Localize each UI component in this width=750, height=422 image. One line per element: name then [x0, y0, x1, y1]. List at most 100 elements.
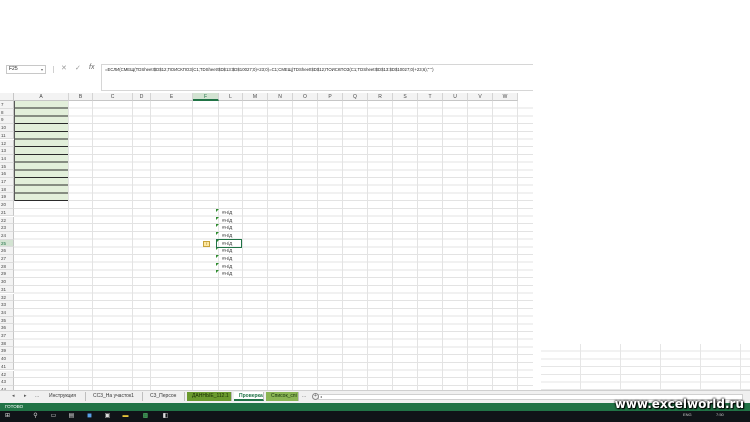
row-header-42[interactable]: 42: [0, 370, 14, 379]
tab-next-icon[interactable]: ▸: [24, 393, 27, 399]
partial-grid-area: [541, 344, 750, 390]
cell-F29[interactable]: #Н/Д: [219, 270, 241, 278]
cell-F26[interactable]: #Н/Д: [219, 247, 241, 255]
column-header-F[interactable]: F: [193, 93, 219, 101]
tab-ellipsis-right[interactable]: ...: [302, 393, 306, 399]
row-header-20[interactable]: 20: [0, 201, 14, 209]
row-header-15[interactable]: 15: [0, 162, 14, 171]
insert-function-button[interactable]: fx: [89, 64, 94, 71]
column-header-Q[interactable]: Q: [343, 93, 368, 101]
row-header-31[interactable]: 31: [0, 285, 14, 294]
select-all-corner[interactable]: [0, 93, 14, 101]
row-header-21[interactable]: 21: [0, 208, 14, 217]
enter-icon[interactable]: ✓: [75, 64, 81, 72]
row-header-35[interactable]: 35: [0, 316, 14, 325]
row-header-26[interactable]: 26: [0, 247, 14, 255]
column-gridline: [267, 101, 268, 390]
column-header-W[interactable]: W: [493, 93, 518, 101]
row-header-28[interactable]: 28: [0, 262, 14, 271]
column-header-C[interactable]: C: [93, 93, 133, 101]
row-header-17[interactable]: 17: [0, 178, 14, 186]
sheet-tab-5[interactable]: Список_спі: [266, 392, 299, 401]
scroll-left-icon[interactable]: ◂: [320, 394, 322, 399]
column-header-N[interactable]: N: [268, 93, 293, 101]
column-gridline: [317, 101, 318, 390]
row-header-16[interactable]: 16: [0, 170, 14, 178]
cell-F23[interactable]: #Н/Д: [219, 224, 241, 232]
row-header-7[interactable]: 7: [0, 101, 14, 109]
row-header-38[interactable]: 38: [0, 339, 14, 348]
column-header-S[interactable]: S: [393, 93, 418, 101]
column-header-T[interactable]: T: [418, 93, 443, 101]
row-header-9[interactable]: 9: [0, 116, 14, 125]
column-header-E[interactable]: E: [151, 93, 193, 101]
column-header-O[interactable]: O: [293, 93, 318, 101]
active-cell-F25[interactable]: [216, 239, 242, 248]
file-explorer-icon[interactable]: ▤: [68, 413, 75, 420]
cancel-icon[interactable]: ✕: [61, 64, 67, 72]
sheet-tab-4[interactable]: Проверка: [234, 392, 264, 401]
add-sheet-icon[interactable]: +: [312, 393, 319, 400]
sheet-tab-1[interactable]: СС3_На участок1: [88, 392, 143, 401]
row-header-36[interactable]: 36: [0, 324, 14, 332]
row-header-37[interactable]: 37: [0, 332, 14, 340]
name-box[interactable]: F25 ▾: [6, 65, 46, 74]
clock-time[interactable]: 7:50: [716, 412, 724, 417]
row-header-34[interactable]: 34: [0, 308, 14, 317]
formula-input[interactable]: =ЕСЛИ(СМЕЩ(TDSheet!$D$12;ПОИСКПОЗ(C1;TDS…: [101, 64, 533, 91]
chevron-down-icon[interactable]: ▾: [41, 66, 43, 73]
row-header-30[interactable]: 30: [0, 278, 14, 286]
cell-F28[interactable]: #Н/Д: [219, 263, 241, 271]
search-icon[interactable]: ⚲: [32, 413, 39, 420]
tab-ellipsis-left[interactable]: ...: [35, 393, 39, 399]
task-view-icon[interactable]: ▭: [50, 413, 57, 420]
sheet-tab-3[interactable]: ДАННЫЕ_112.1: [187, 392, 232, 401]
row-header-19[interactable]: 19: [0, 193, 14, 202]
row-header-23[interactable]: 23: [0, 224, 14, 232]
input-range-A7-A19[interactable]: [14, 101, 69, 201]
app-icon-2[interactable]: ◧: [162, 413, 169, 420]
column-header-B[interactable]: B: [69, 93, 93, 101]
language-indicator[interactable]: ENG: [683, 412, 692, 417]
cell-F27[interactable]: #Н/Д: [219, 255, 241, 263]
windows-start-icon[interactable]: ⊞: [4, 413, 11, 420]
row-header-43[interactable]: 43: [0, 378, 14, 386]
worksheet-grid[interactable]: A B C D E F L M N O P Q R S T U V W 7 8 9 10 11 12 13 14 15 16 17 18 1…: [0, 93, 533, 390]
outlook-icon[interactable]: ◼: [86, 413, 93, 420]
row-header-24[interactable]: 24: [0, 231, 14, 240]
row-header-14[interactable]: 14: [0, 154, 14, 163]
column-header-R[interactable]: R: [368, 93, 393, 101]
excel-icon[interactable]: ▩: [142, 413, 149, 420]
column-header-V[interactable]: V: [468, 93, 493, 101]
column-gridline: [517, 101, 518, 390]
row-header-10[interactable]: 10: [0, 124, 14, 132]
row-header-22[interactable]: 22: [0, 216, 14, 225]
error-warning-icon[interactable]: !: [203, 240, 210, 247]
column-header-M[interactable]: M: [243, 93, 268, 101]
sheet-tab-0[interactable]: Инструкция: [44, 392, 86, 401]
cell-F21[interactable]: #Н/Д: [219, 209, 241, 217]
row-header-39[interactable]: 39: [0, 347, 14, 356]
app-icon[interactable]: ▣: [104, 413, 111, 420]
column-header-L[interactable]: L: [219, 93, 243, 101]
row-header-29[interactable]: 29: [0, 270, 14, 279]
column-header-P[interactable]: P: [318, 93, 343, 101]
row-header-41[interactable]: 41: [0, 362, 14, 371]
sheet-tab-2[interactable]: С3_Персон: [145, 392, 185, 401]
row-header-12[interactable]: 12: [0, 139, 14, 148]
folder-icon[interactable]: ▬: [122, 413, 129, 420]
column-header-D[interactable]: D: [133, 93, 151, 101]
row-header-25[interactable]: 25: [0, 239, 14, 248]
row-header-8[interactable]: 8: [0, 108, 14, 117]
row-header-33[interactable]: 33: [0, 301, 14, 309]
cell-F22[interactable]: #Н/Д: [219, 217, 241, 225]
column-header-A[interactable]: A: [14, 93, 69, 101]
row-header-13[interactable]: 13: [0, 147, 14, 155]
row-header-40[interactable]: 40: [0, 355, 14, 363]
row-header-11[interactable]: 11: [0, 131, 14, 140]
row-header-27[interactable]: 27: [0, 255, 14, 263]
tab-prev-icon[interactable]: ◂: [12, 393, 15, 399]
row-header-32[interactable]: 32: [0, 293, 14, 302]
row-header-18[interactable]: 18: [0, 185, 14, 194]
column-header-U[interactable]: U: [443, 93, 468, 101]
